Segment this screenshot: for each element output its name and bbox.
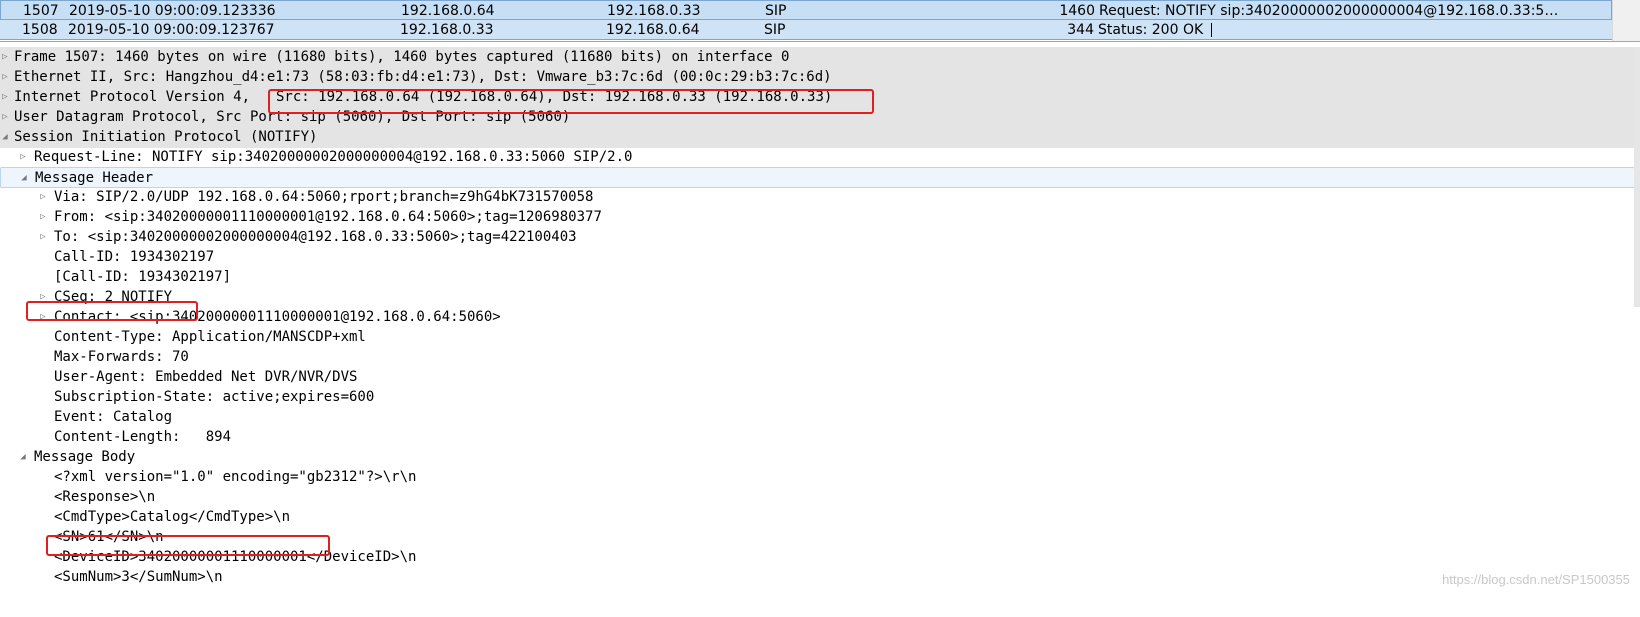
packet-length: 344 (1067, 22, 1094, 38)
tree-item-label: Content-Length: 894 (54, 429, 232, 445)
tree-item-max-forwards[interactable]: Max-Forwards: 70 (0, 347, 1636, 368)
collapse-arrow-icon[interactable]: ◢ (18, 447, 28, 468)
tree-item-label: Via: SIP/2.0/UDP 192.168.0.64:5060;rport… (54, 189, 594, 205)
watermark: https://blog.csdn.net/SP1500355 (1442, 572, 1630, 587)
tree-item-label: Ethernet II, Src: Hangzhou_d4:e1:73 (58:… (14, 69, 832, 85)
tree-item-label: Contact: <sip:34020000001110000001@192.1… (54, 309, 501, 325)
tree-item-subscription-state[interactable]: Subscription-State: active;expires=600 (0, 387, 1636, 408)
collapse-arrow-icon[interactable]: ◢ (19, 168, 29, 189)
tree-item-response[interactable]: <Response>\n (0, 487, 1636, 508)
tree-item-label: User Datagram Protocol, Src Port: sip (5… (14, 109, 571, 125)
tree-item-label: To: <sip:34020000002000000004@192.168.0.… (54, 229, 577, 245)
tree-item-sip[interactable]: ◢ Session Initiation Protocol (NOTIFY) (0, 127, 1636, 148)
tree-item-content-type[interactable]: Content-Type: Application/MANSCDP+xml (0, 327, 1636, 348)
tree-item-sumnum[interactable]: <SumNum>3</SumNum>\n (0, 567, 1636, 588)
packet-row-1508[interactable]: 1508 2019-05-10 09:00:09.123767 192.168.… (0, 20, 1612, 40)
packet-info: Request: NOTIFY sip:34020000002000000004… (1099, 3, 1559, 19)
packet-row-1507[interactable]: 1507 2019-05-10 09:00:09.123336 192.168.… (0, 0, 1612, 20)
tree-item-from[interactable]: ▷ From: <sip:34020000001110000001@192.16… (0, 207, 1636, 228)
tree-item-label: <SN>61</SN>\n (54, 529, 164, 545)
tree-item-to[interactable]: ▷ To: <sip:34020000002000000004@192.168.… (0, 227, 1636, 248)
expand-arrow-icon[interactable]: ▷ (18, 147, 28, 168)
tree-item-label: Message Body (34, 449, 136, 465)
expand-arrow-icon[interactable]: ▷ (38, 227, 48, 248)
packet-list-scrollbar[interactable] (1612, 0, 1640, 41)
tree-item-label: From: <sip:34020000001110000001@192.168.… (54, 209, 602, 225)
tree-item-event[interactable]: Event: Catalog (0, 407, 1636, 428)
tree-item-label: Session Initiation Protocol (NOTIFY) (14, 129, 318, 145)
text-cursor (1211, 23, 1213, 37)
tree-item-via[interactable]: ▷ Via: SIP/2.0/UDP 192.168.0.64:5060;rpo… (0, 187, 1636, 208)
tree-item-cseq[interactable]: ▷ CSeq: 2 NOTIFY (0, 287, 1636, 308)
tree-item-label: Internet Protocol Version 4, (14, 89, 251, 105)
tree-item-label: User-Agent: Embedded Net DVR/NVR/DVS (54, 369, 358, 385)
tree-item-label: Event: Catalog (54, 409, 173, 425)
expand-arrow-icon[interactable]: ▷ (38, 187, 48, 208)
tree-item-message-header[interactable]: ◢ Message Header (0, 167, 1635, 188)
tree-item-label: <Response>\n (54, 489, 156, 505)
tree-item-request-line[interactable]: ▷ Request-Line: NOTIFY sip:3402000000200… (0, 147, 1636, 168)
tree-item-label: Content-Type: Application/MANSCDP+xml (54, 329, 366, 345)
packet-details-tree[interactable]: ▷ Frame 1507: 1460 bytes on wire (11680 … (0, 47, 1640, 617)
tree-item-call-id[interactable]: Call-ID: 1934302197 (0, 247, 1636, 268)
details-scrollbar[interactable] (1634, 47, 1640, 307)
tree-item-label-detail: Src: 192.168.0.64 (192.168.0.64), Dst: 1… (276, 89, 833, 105)
tree-item-label: <?xml version="1.0" encoding="gb2312"?>\… (54, 469, 417, 485)
packet-time: 2019-05-10 09:00:09.123767 (68, 22, 275, 38)
tree-item-cmdtype[interactable]: <CmdType>Catalog</CmdType>\n (0, 507, 1636, 528)
tree-item-sn[interactable]: <SN>61</SN>\n (0, 527, 1636, 548)
tree-item-label: CSeq: 2 NOTIFY (54, 289, 173, 305)
expand-arrow-icon[interactable]: ▷ (0, 107, 10, 128)
packet-source: 192.168.0.33 (400, 22, 494, 38)
packet-destination: 192.168.0.64 (606, 22, 700, 38)
packet-info-text: Status: 200 OK (1098, 22, 1204, 38)
tree-item-label: Subscription-State: active;expires=600 (54, 389, 375, 405)
tree-item-ipv4[interactable]: ▷ Internet Protocol Version 4, Src: 192.… (0, 87, 1636, 108)
packet-protocol: SIP (765, 3, 787, 19)
tree-item-ethernet[interactable]: ▷ Ethernet II, Src: Hangzhou_d4:e1:73 (5… (0, 67, 1636, 88)
expand-arrow-icon[interactable]: ▷ (0, 87, 10, 108)
tree-item-xml-declaration[interactable]: <?xml version="1.0" encoding="gb2312"?>\… (0, 467, 1636, 488)
packet-list[interactable]: 1507 2019-05-10 09:00:09.123336 192.168.… (0, 0, 1640, 42)
tree-item-label: Request-Line: NOTIFY sip:340200000020000… (34, 149, 633, 165)
tree-item-call-id-generated[interactable]: [Call-ID: 1934302197] (0, 267, 1636, 288)
tree-item-label: Call-ID: 1934302197 (54, 249, 215, 265)
packet-time: 2019-05-10 09:00:09.123336 (69, 3, 276, 19)
packet-no: 1507 (23, 3, 59, 19)
tree-item-label: <DeviceID>34020000001110000001</DeviceID… (54, 549, 417, 565)
tree-item-label: Message Header (35, 170, 154, 186)
packet-info: Status: 200 OK (1098, 20, 1213, 40)
packet-no: 1508 (22, 22, 58, 38)
tree-item-contact[interactable]: ▷ Contact: <sip:34020000001110000001@192… (0, 307, 1636, 328)
expand-arrow-icon[interactable]: ▷ (0, 47, 10, 68)
tree-item-label: Max-Forwards: 70 (54, 349, 189, 365)
expand-arrow-icon[interactable]: ▷ (0, 67, 10, 88)
tree-item-label: Frame 1507: 1460 bytes on wire (11680 bi… (14, 49, 790, 65)
expand-arrow-icon[interactable]: ▷ (38, 207, 48, 228)
packet-destination: 192.168.0.33 (607, 3, 701, 19)
packet-source: 192.168.0.64 (401, 3, 495, 19)
tree-item-user-agent[interactable]: User-Agent: Embedded Net DVR/NVR/DVS (0, 367, 1636, 388)
collapse-arrow-icon[interactable]: ◢ (0, 127, 10, 148)
expand-arrow-icon[interactable]: ▷ (38, 307, 48, 328)
tree-item-label: <CmdType>Catalog</CmdType>\n (54, 509, 291, 525)
tree-item-frame[interactable]: ▷ Frame 1507: 1460 bytes on wire (11680 … (0, 47, 1636, 68)
expand-arrow-icon[interactable]: ▷ (38, 287, 48, 308)
packet-protocol: SIP (764, 22, 786, 38)
tree-item-device-id[interactable]: <DeviceID>34020000001110000001</DeviceID… (0, 547, 1636, 568)
tree-item-udp[interactable]: ▷ User Datagram Protocol, Src Port: sip … (0, 107, 1636, 128)
tree-item-content-length[interactable]: Content-Length: 894 (0, 427, 1636, 448)
packet-length: 1460 (1059, 3, 1095, 19)
tree-item-label: [Call-ID: 1934302197] (54, 269, 232, 285)
tree-item-message-body[interactable]: ◢ Message Body (0, 447, 1636, 468)
tree-item-label: <SumNum>3</SumNum>\n (54, 569, 223, 585)
